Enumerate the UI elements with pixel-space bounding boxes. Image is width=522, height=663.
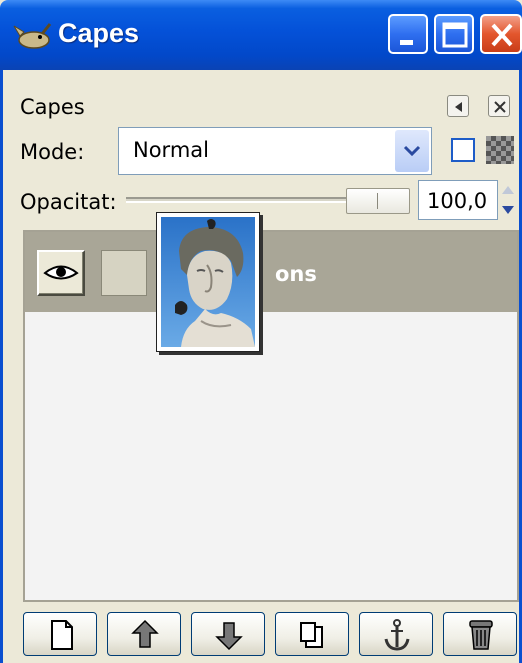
arrow-up-icon bbox=[131, 619, 159, 648]
raise-layer-button[interactable] bbox=[107, 612, 181, 656]
title-bar[interactable]: Capes bbox=[0, 0, 522, 70]
maximize-icon bbox=[442, 22, 468, 48]
panel-close-button[interactable] bbox=[488, 95, 510, 117]
mode-label: Mode: bbox=[20, 140, 85, 164]
layer-name[interactable]: ons bbox=[275, 262, 317, 286]
close-button[interactable] bbox=[480, 14, 522, 54]
chain-toggle[interactable] bbox=[101, 250, 147, 296]
anchor-icon bbox=[384, 619, 410, 651]
duplicate-layer-button[interactable] bbox=[275, 612, 349, 656]
visibility-toggle[interactable] bbox=[37, 250, 85, 296]
maximize-button[interactable] bbox=[434, 14, 474, 54]
duplicate-icon bbox=[300, 622, 323, 648]
trash-icon bbox=[469, 620, 493, 650]
lower-layer-button[interactable] bbox=[191, 612, 265, 656]
layers-toolbar bbox=[23, 612, 519, 660]
new-layer-button[interactable] bbox=[23, 612, 97, 656]
gimp-wilber-icon bbox=[13, 23, 52, 49]
arrow-down-icon bbox=[215, 622, 243, 651]
dropdown-arrow-button[interactable] bbox=[395, 130, 429, 172]
lock-alpha-checkbox[interactable] bbox=[451, 138, 475, 162]
mode-dropdown[interactable]: Normal bbox=[118, 127, 432, 175]
statue-image bbox=[161, 217, 255, 347]
statue-of-david-thumbnail bbox=[156, 212, 260, 352]
mode-value: Normal bbox=[133, 138, 209, 162]
panel-menu-button[interactable] bbox=[447, 95, 469, 117]
delete-layer-button[interactable] bbox=[443, 612, 517, 656]
chevron-down-icon bbox=[403, 145, 421, 157]
opacity-value: 100,0 bbox=[427, 189, 488, 213]
layer-row[interactable]: ons bbox=[25, 232, 517, 312]
page-icon bbox=[51, 620, 73, 650]
layers-list[interactable]: ons bbox=[23, 230, 519, 602]
spin-arrows-icon[interactable] bbox=[498, 180, 518, 220]
opacity-label: Opacitat: bbox=[20, 190, 117, 214]
alpha-checker-icon bbox=[486, 136, 514, 164]
close-icon bbox=[494, 101, 506, 113]
opacity-slider-thumb[interactable] bbox=[346, 188, 410, 214]
panel-title: Capes bbox=[20, 95, 85, 119]
eye-icon bbox=[43, 265, 79, 280]
triangle-left-icon bbox=[455, 102, 462, 112]
window-title: Capes bbox=[58, 18, 140, 48]
opacity-spinbox[interactable]: 100,0 bbox=[418, 180, 498, 220]
close-icon bbox=[491, 23, 513, 47]
anchor-layer-button[interactable] bbox=[359, 612, 433, 656]
minimize-icon bbox=[400, 40, 413, 45]
minimize-button[interactable] bbox=[388, 14, 428, 54]
